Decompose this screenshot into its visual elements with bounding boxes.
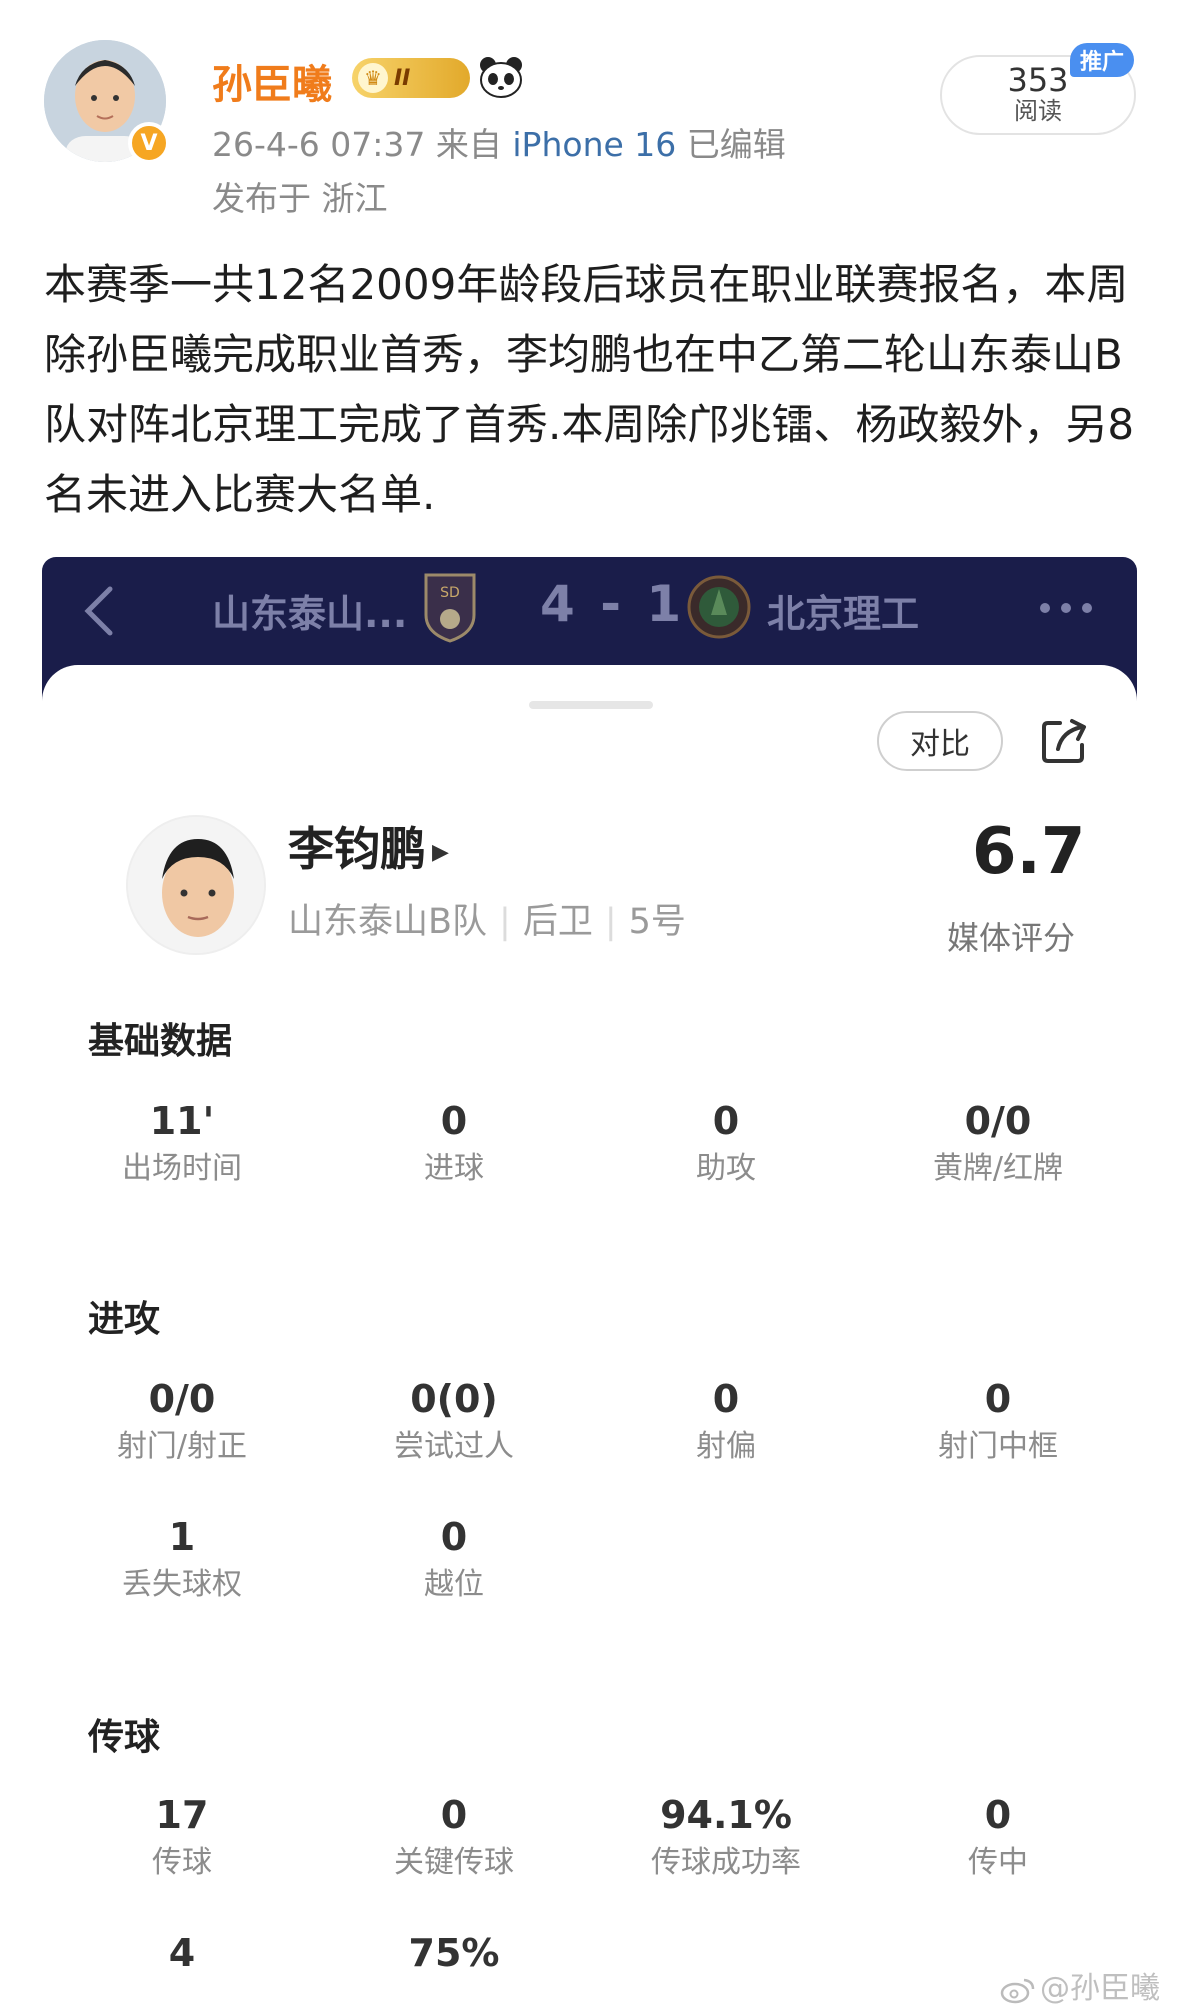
player-avatar[interactable]: [126, 815, 266, 955]
stat-label: 传中: [968, 1845, 1028, 1880]
post-timestamp: 26-4-6 07:37: [212, 125, 426, 164]
stat-item: 0 射偏: [590, 1375, 862, 1467]
post-body: 本赛季一共12名2009年龄段后球员在职业联赛报名，本周除孙臣曦完成职业首秀，李…: [44, 260, 1135, 519]
chevron-left-icon[interactable]: [78, 583, 118, 639]
watermark-text: @孙臣曦: [1040, 1971, 1160, 2006]
section-title-attack: 进攻: [88, 1299, 161, 1340]
player-position: 后卫: [522, 902, 593, 942]
player-name[interactable]: 李钧鹏 ▶: [288, 813, 449, 879]
post-device[interactable]: iPhone 16: [512, 125, 676, 164]
stat-value: 0(0): [410, 1377, 498, 1421]
member-level-badge[interactable]: ♛ II: [352, 58, 470, 98]
stat-item: 0 传中: [862, 1791, 1134, 1883]
embedded-screenshot[interactable]: 山东泰山... SD 4 - 1 北京理工 对比 李钧鹏 ▶ 山东泰山B队 | …: [42, 557, 1137, 2010]
player-info: 山东泰山B队 | 后卫 | 5号: [288, 902, 686, 942]
stat-item: 0 射门中框: [862, 1375, 1134, 1467]
stat-item: 11' 出场时间: [46, 1097, 318, 1189]
weibo-logo-icon: [1000, 1978, 1035, 2003]
match-score: 4 - 1: [540, 575, 686, 633]
post-meta: 26-4-6 07:37 来自 iPhone 16 已编辑: [212, 118, 786, 166]
panda-icon: [480, 57, 522, 98]
home-team-name[interactable]: 山东泰山...: [212, 583, 407, 638]
stat-label: 助攻: [696, 1151, 756, 1186]
stat-value: 94.1%: [660, 1793, 792, 1837]
stat-label: 丢失球权: [122, 1567, 242, 1602]
svg-text:SD: SD: [440, 585, 460, 601]
away-team-crest-icon: [687, 575, 751, 639]
sheet-drag-handle[interactable]: [529, 701, 653, 709]
stat-value: 0: [984, 1377, 1012, 1421]
post-location: 发布于 浙江: [212, 179, 388, 218]
stat-item: 17 传球: [46, 1791, 318, 1883]
media-rating-label: 媒体评分: [947, 919, 1076, 957]
match-header-bar: 山东泰山... SD 4 - 1 北京理工: [42, 557, 1137, 665]
read-label: 阅读: [1014, 97, 1062, 125]
stat-label: 射门/射正: [116, 1429, 248, 1464]
stat-label: 传球成功率: [651, 1845, 801, 1880]
stat-item: 75%: [318, 1929, 590, 1981]
compare-button[interactable]: 对比: [877, 711, 1003, 771]
stat-value: 0/0: [148, 1377, 216, 1421]
player-stats-sheet: 对比 李钧鹏 ▶ 山东泰山B队 | 后卫 | 5号 6.7 媒体评分 基础数据 11' 出场…: [42, 665, 1137, 2010]
stat-label: 关键传球: [394, 1845, 514, 1880]
stat-label: 射偏: [696, 1429, 756, 1464]
home-team-crest-icon: SD: [424, 573, 476, 643]
stat-value: 0: [712, 1377, 740, 1421]
stat-value: 17: [155, 1793, 209, 1837]
media-rating: 6.7: [972, 815, 1086, 889]
away-team-name[interactable]: 北京理工: [767, 583, 919, 638]
stat-value: 0: [440, 1793, 468, 1837]
source-prefix: 来自: [435, 125, 502, 164]
stat-value: 0: [440, 1099, 468, 1143]
crown-icon: ♛: [358, 63, 388, 93]
member-level-label: II: [394, 65, 411, 91]
stat-item: 0(0) 尝试过人: [318, 1375, 590, 1467]
verified-badge: V: [128, 122, 170, 164]
stat-item: 0/0 射门/射正: [46, 1375, 318, 1467]
stat-item: 0 进球: [318, 1097, 590, 1189]
stat-item: 0 关键传球: [318, 1791, 590, 1883]
player-number: 5号: [628, 902, 686, 942]
promo-tag: 推广: [1070, 43, 1134, 77]
stat-item: 4: [46, 1929, 318, 1981]
stat-item: 0/0 黄牌/红牌: [862, 1097, 1134, 1189]
caret-right-icon: ▶: [432, 840, 449, 865]
player-name-text: 李钧鹏: [288, 822, 426, 876]
edited-label[interactable]: 已编辑: [687, 125, 786, 164]
more-dots-icon[interactable]: [1038, 601, 1094, 615]
stat-value: 1: [168, 1515, 196, 1559]
stat-label: 出场时间: [122, 1151, 242, 1186]
section-title-passing: 传球: [88, 1717, 161, 1758]
stat-value: 0: [984, 1793, 1012, 1837]
stat-value: 0: [712, 1099, 740, 1143]
weibo-watermark: @孙臣曦: [1000, 1963, 1160, 2007]
author-avatar[interactable]: V: [44, 40, 170, 164]
stat-value: 0: [440, 1515, 468, 1559]
stat-label: 尝试过人: [394, 1429, 514, 1464]
author-name[interactable]: 孙臣曦: [212, 52, 332, 110]
stat-label: 越位: [424, 1567, 484, 1602]
share-icon[interactable]: [1038, 715, 1090, 767]
stat-item: 0 助攻: [590, 1097, 862, 1189]
stat-label: 黄牌/红牌: [932, 1151, 1064, 1186]
stat-item: 94.1% 传球成功率: [590, 1791, 862, 1883]
stat-value: 4: [168, 1931, 196, 1975]
stat-item: 0 越位: [318, 1513, 590, 1605]
stat-item: 1 丢失球权: [46, 1513, 318, 1605]
stat-label: 传球: [152, 1845, 212, 1880]
stat-label: 射门中框: [938, 1429, 1058, 1464]
stat-label: 进球: [424, 1151, 484, 1186]
stat-value: 75%: [408, 1931, 500, 1975]
stat-value: 11': [149, 1099, 215, 1143]
player-team: 山东泰山B队: [288, 902, 488, 942]
section-title-basic: 基础数据: [88, 1021, 233, 1062]
stat-value: 0/0: [964, 1099, 1032, 1143]
